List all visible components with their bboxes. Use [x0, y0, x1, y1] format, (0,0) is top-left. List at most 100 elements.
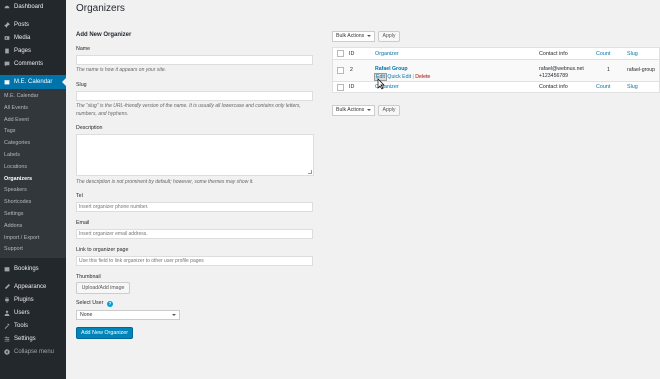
- bulk-actions-top[interactable]: Bulk Actions: [332, 31, 375, 42]
- help-icon[interactable]: ?: [107, 301, 113, 307]
- link-label: Link to organizer page: [76, 247, 129, 253]
- select-user-label: Select User: [76, 300, 104, 306]
- admin-sidebar: Dashboard Posts Media Pages Comments M.E…: [0, 0, 66, 379]
- chevron-down-icon: [367, 109, 371, 111]
- form-title: Add New Organizer: [76, 32, 132, 38]
- submenu-item[interactable]: Speakers: [0, 185, 66, 197]
- menu-tools[interactable]: Tools: [0, 319, 66, 332]
- menu-me-calendar[interactable]: M.E. Calendar: [0, 75, 66, 89]
- menu-bookings[interactable]: Bookings: [0, 262, 66, 275]
- select-user-value: None: [80, 312, 93, 318]
- description-label: Description: [76, 125, 103, 131]
- row-count: 1: [607, 67, 610, 73]
- thumbnail-label: Thumbnail: [76, 274, 101, 280]
- col-slug-footer[interactable]: Slug: [627, 84, 638, 90]
- bookings-icon: [4, 266, 10, 272]
- menu-media-label: Media: [14, 34, 31, 41]
- submenu-item[interactable]: Import / Export: [0, 233, 66, 245]
- collapse-menu-label: Collapse menu: [14, 348, 55, 355]
- menu-settings[interactable]: Settings: [0, 332, 66, 345]
- email-input[interactable]: [76, 229, 313, 239]
- table-header: ID Organizer Contact info Count Slug: [333, 48, 659, 60]
- row-phone: +123456789: [539, 73, 568, 79]
- menu-pages-label: Pages: [14, 47, 32, 54]
- select-all-checkbox-footer[interactable]: [337, 84, 344, 91]
- link-input[interactable]: [76, 256, 313, 266]
- menu-dashboard[interactable]: Dashboard: [0, 0, 66, 13]
- mouse-cursor-icon: [377, 78, 385, 90]
- chevron-down-icon: [172, 314, 176, 316]
- row-email: rafael@webnus.net: [539, 66, 584, 72]
- apply-button-top[interactable]: Apply: [378, 31, 400, 42]
- menu-media[interactable]: Media: [0, 31, 66, 44]
- col-id: ID: [349, 51, 355, 57]
- select-user-dropdown[interactable]: None: [76, 310, 180, 320]
- quick-edit-link[interactable]: Quick Edit: [387, 74, 411, 80]
- description-textarea[interactable]: [76, 134, 314, 176]
- collapse-icon: [4, 348, 10, 355]
- menu-posts[interactable]: Posts: [0, 18, 66, 31]
- menu-plugins-label: Plugins: [14, 296, 34, 303]
- description-help: The description is not prominent by defa…: [76, 179, 254, 185]
- page-title: Organizers: [76, 3, 125, 14]
- submenu-item[interactable]: Support: [0, 244, 66, 256]
- menu-appearance-label: Appearance: [14, 283, 47, 290]
- slug-label: Slug: [76, 82, 87, 88]
- tel-input[interactable]: [76, 202, 313, 212]
- users-icon: [4, 310, 10, 316]
- menu-tools-label: Tools: [14, 322, 29, 329]
- col-id-footer: ID: [349, 84, 355, 90]
- submenu-item[interactable]: M.E. Calendar: [0, 91, 66, 103]
- menu-settings-label: Settings: [14, 335, 36, 342]
- resize-handle[interactable]: [308, 170, 312, 174]
- col-contact: Contact info: [539, 51, 568, 57]
- slug-input[interactable]: [76, 91, 313, 101]
- menu-comments-label: Comments: [14, 60, 44, 67]
- menu-me-calendar-label: M.E. Calendar: [14, 79, 53, 85]
- submenu-item[interactable]: Locations: [0, 162, 66, 174]
- submenu-item-current[interactable]: Organizers: [0, 174, 66, 186]
- menu-bookings-label: Bookings: [14, 265, 39, 272]
- comments-icon: [4, 61, 10, 67]
- submenu-item[interactable]: Shortcodes: [0, 197, 66, 209]
- upload-image-button[interactable]: Upload/Add image: [76, 282, 130, 294]
- plugins-icon: [4, 296, 10, 303]
- submenu-item[interactable]: All Events: [0, 103, 66, 115]
- submenu-item[interactable]: Categories: [0, 138, 66, 150]
- name-input[interactable]: [76, 55, 313, 65]
- bulk-actions-label: Bulk Actions: [336, 33, 365, 39]
- submenu-item[interactable]: Addons: [0, 221, 66, 233]
- menu-comments[interactable]: Comments: [0, 57, 66, 70]
- select-all-checkbox[interactable]: [337, 50, 344, 57]
- add-new-organizer-button[interactable]: Add New Organizer: [76, 327, 133, 339]
- media-icon: [4, 35, 10, 41]
- tools-icon: [4, 323, 10, 329]
- col-count-footer[interactable]: Count: [596, 84, 610, 90]
- col-slug[interactable]: Slug: [627, 51, 638, 57]
- col-organizer[interactable]: Organizer: [375, 51, 399, 57]
- collapse-menu[interactable]: Collapse menu: [0, 345, 66, 358]
- bulk-actions-label: Bulk Actions: [336, 107, 365, 113]
- menu-users[interactable]: Users: [0, 306, 66, 319]
- menu-appearance[interactable]: Appearance: [0, 280, 66, 293]
- email-label: Email: [76, 220, 90, 226]
- calendar-icon: [4, 79, 10, 85]
- bulk-actions-bottom[interactable]: Bulk Actions: [332, 105, 375, 116]
- submenu-item[interactable]: Labels: [0, 150, 66, 162]
- name-label: Name: [76, 46, 91, 52]
- apply-button-bottom[interactable]: Apply: [378, 105, 400, 116]
- row-id: 2: [350, 67, 353, 73]
- slug-description: The “slug” is the URL-friendly version o…: [76, 103, 301, 117]
- row-checkbox[interactable]: [337, 67, 344, 74]
- submenu-item[interactable]: Settings: [0, 209, 66, 221]
- col-count[interactable]: Count: [596, 51, 610, 57]
- menu-users-label: Users: [14, 309, 30, 316]
- dashboard-icon: [4, 4, 10, 10]
- submenu-item[interactable]: Tags: [0, 126, 66, 138]
- delete-link[interactable]: Delete: [415, 74, 430, 80]
- row-organizer-name[interactable]: Rafael Group: [375, 66, 408, 72]
- submenu-item[interactable]: Add Event: [0, 115, 66, 127]
- menu-plugins[interactable]: Plugins: [0, 293, 66, 306]
- pushpin-icon: [4, 21, 10, 28]
- menu-pages[interactable]: Pages: [0, 44, 66, 57]
